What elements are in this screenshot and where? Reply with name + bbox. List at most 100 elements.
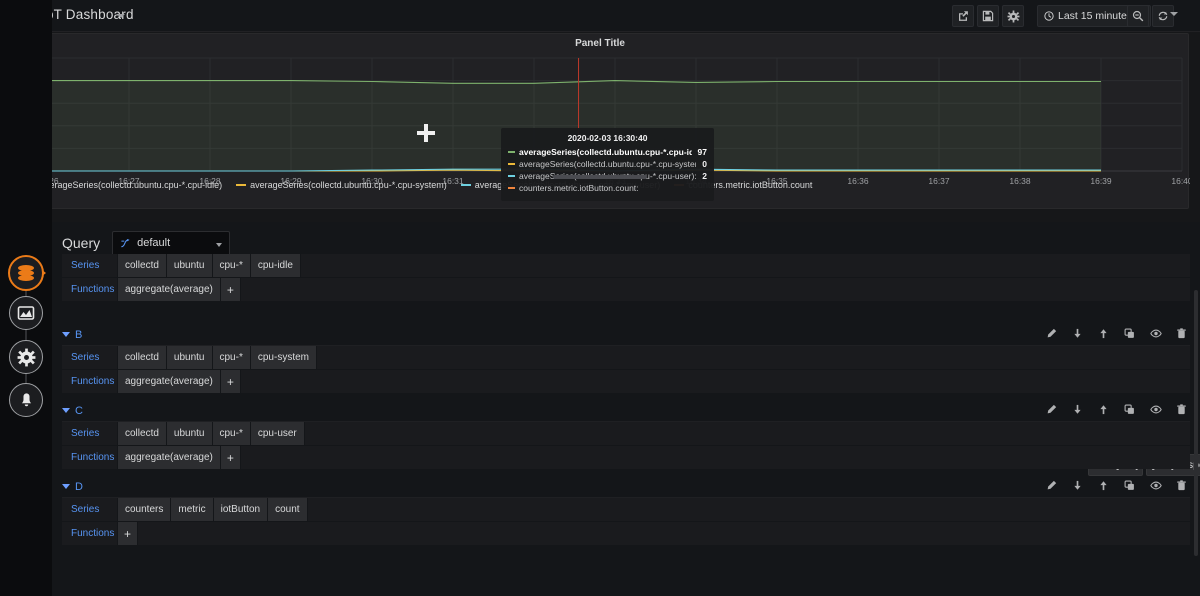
- query-list-scrollbar[interactable]: [1194, 290, 1198, 556]
- query-segment-line: SeriescountersmetriciotButtoncount: [62, 498, 1190, 521]
- query-line-label: Series: [62, 498, 117, 521]
- query-segment[interactable]: count: [268, 498, 306, 521]
- sidebar-item-configuration[interactable]: [9, 340, 43, 374]
- legend-item[interactable]: averageSeries(collectd.ubuntu.cpu-*.cpu-…: [26, 180, 222, 190]
- query-line-label: Functions: [62, 278, 117, 301]
- panel-resize-handle[interactable]: [553, 175, 647, 179]
- query-segment[interactable]: cpu-user: [251, 422, 304, 445]
- query-line-label: Functions: [62, 370, 117, 393]
- refresh-icon: [1157, 10, 1169, 22]
- query-segment-line: Seriescollectdubuntucpu-*cpu-user: [62, 422, 1190, 445]
- query-segment[interactable]: ubuntu: [167, 422, 212, 445]
- series-area-fill: [48, 81, 1101, 171]
- query-segment[interactable]: collectd: [118, 346, 166, 369]
- sidebar-item-dashboards[interactable]: [9, 296, 43, 330]
- legend-label: averageSeries(collectd.ubuntu.cpu-*.cpu-…: [250, 180, 447, 190]
- chevron-down-icon[interactable]: [117, 14, 125, 18]
- query-segment[interactable]: ubuntu: [167, 346, 212, 369]
- query-segment[interactable]: cpu-*: [213, 254, 250, 277]
- pencil-icon[interactable]: [1045, 327, 1058, 340]
- query-segment[interactable]: cpu-idle: [251, 254, 300, 277]
- eye-icon[interactable]: [1149, 327, 1162, 340]
- query-segment[interactable]: iotButton: [214, 498, 267, 521]
- datasource-picker[interactable]: default: [112, 231, 230, 256]
- query-row-letter[interactable]: B: [75, 329, 82, 341]
- query-row-body: SeriescountersmetriciotButtoncountFuncti…: [62, 497, 1190, 545]
- sidebar: [0, 0, 52, 596]
- query-segment[interactable]: aggregate(average): [118, 278, 220, 301]
- copy-icon[interactable]: [1123, 403, 1136, 416]
- legend-color-swatch-icon: [461, 184, 471, 186]
- save-icon: [982, 10, 994, 22]
- query-line-label: Series: [62, 254, 117, 277]
- arrow-up-icon[interactable]: [1097, 327, 1110, 340]
- gear-icon: [17, 348, 36, 367]
- legend-color-swatch-icon: [236, 184, 246, 186]
- share-dashboard-button[interactable]: [952, 5, 974, 27]
- query-segment[interactable]: cpu-*: [213, 422, 250, 445]
- query-segment[interactable]: collectd: [118, 254, 166, 277]
- sidebar-item-alerting[interactable]: [9, 383, 43, 417]
- query-row-actions: [1045, 327, 1188, 340]
- legend-item[interactable]: averageSeries(collectd.ubuntu.cpu-*.cpu-…: [461, 180, 661, 190]
- query-segment[interactable]: cpu-system: [251, 346, 316, 369]
- trash-icon[interactable]: [1175, 403, 1188, 416]
- add-segment-button[interactable]: +: [118, 522, 137, 545]
- x-axis-tick-label: 16:37: [928, 176, 950, 186]
- chevron-down-icon: [216, 243, 222, 247]
- chevron-down-icon[interactable]: [62, 484, 70, 489]
- trash-icon[interactable]: [1175, 479, 1188, 492]
- query-row-letter[interactable]: D: [75, 481, 83, 493]
- query-segment[interactable]: ubuntu: [167, 254, 212, 277]
- query-segment[interactable]: counters: [118, 498, 170, 521]
- pencil-icon[interactable]: [1045, 403, 1058, 416]
- trash-icon[interactable]: [1175, 327, 1188, 340]
- refresh-button[interactable]: [1152, 5, 1174, 27]
- chevron-down-icon[interactable]: [62, 408, 70, 413]
- gear-icon: [1007, 10, 1020, 23]
- query-section-label: Query: [62, 235, 100, 251]
- pencil-icon[interactable]: [1045, 479, 1058, 492]
- copy-icon[interactable]: [1123, 327, 1136, 340]
- eye-icon[interactable]: [1149, 479, 1162, 492]
- arrow-up-icon[interactable]: [1097, 403, 1110, 416]
- query-row-header: B: [62, 324, 1190, 345]
- query-segment[interactable]: cpu-*: [213, 346, 250, 369]
- add-segment-button[interactable]: +: [221, 278, 240, 301]
- query-segment[interactable]: aggregate(average): [118, 370, 220, 393]
- query-row-actions: [1045, 479, 1188, 492]
- dashboard-settings-button[interactable]: [1002, 5, 1024, 27]
- arrow-down-icon[interactable]: [1071, 403, 1084, 416]
- query-row: CSeriescollectdubuntucpu-*cpu-userFuncti…: [62, 400, 1190, 470]
- query-segment[interactable]: metric: [171, 498, 212, 521]
- arrow-down-icon[interactable]: [1071, 479, 1084, 492]
- query-segment[interactable]: aggregate(average): [118, 446, 220, 469]
- grafana-logo-icon[interactable]: [8, 255, 44, 291]
- add-segment-button[interactable]: +: [221, 446, 240, 469]
- legend-label: averageSeries(collectd.ubuntu.cpu-*.cpu-…: [40, 180, 222, 190]
- query-line-filler: [241, 370, 1190, 393]
- arrow-down-icon[interactable]: [1071, 327, 1084, 340]
- legend-label: averageSeries(collectd.ubuntu.cpu-*.cpu-…: [475, 180, 661, 190]
- zoom-out-button[interactable]: [1127, 5, 1149, 27]
- query-segment[interactable]: collectd: [118, 422, 166, 445]
- graph-legend: averageSeries(collectd.ubuntu.cpu-*.cpu-…: [26, 180, 812, 190]
- legend-item[interactable]: averageSeries(collectd.ubuntu.cpu-*.cpu-…: [236, 180, 447, 190]
- query-row-letter[interactable]: C: [75, 405, 83, 417]
- chevron-down-icon[interactable]: [1170, 12, 1178, 16]
- grafana-logo-glyph: [16, 264, 36, 282]
- save-dashboard-button[interactable]: [977, 5, 999, 27]
- chevron-down-icon[interactable]: [62, 332, 70, 337]
- legend-item[interactable]: counters.metric.iotButton.count: [674, 180, 812, 190]
- copy-icon[interactable]: [1123, 479, 1136, 492]
- arrow-up-icon[interactable]: [1097, 479, 1110, 492]
- add-segment-button[interactable]: +: [221, 370, 240, 393]
- clock-icon: [1044, 11, 1054, 21]
- eye-icon[interactable]: [1149, 403, 1162, 416]
- datasource-icon: [120, 238, 131, 249]
- query-line-label: Functions: [62, 522, 117, 545]
- panel-title[interactable]: Panel Title: [12, 38, 1188, 49]
- query-segment-line: Seriescollectdubuntucpu-*cpu-system: [62, 346, 1190, 369]
- legend-label: counters.metric.iotButton.count: [688, 180, 812, 190]
- x-axis-tick-label: 16:40: [1171, 176, 1190, 186]
